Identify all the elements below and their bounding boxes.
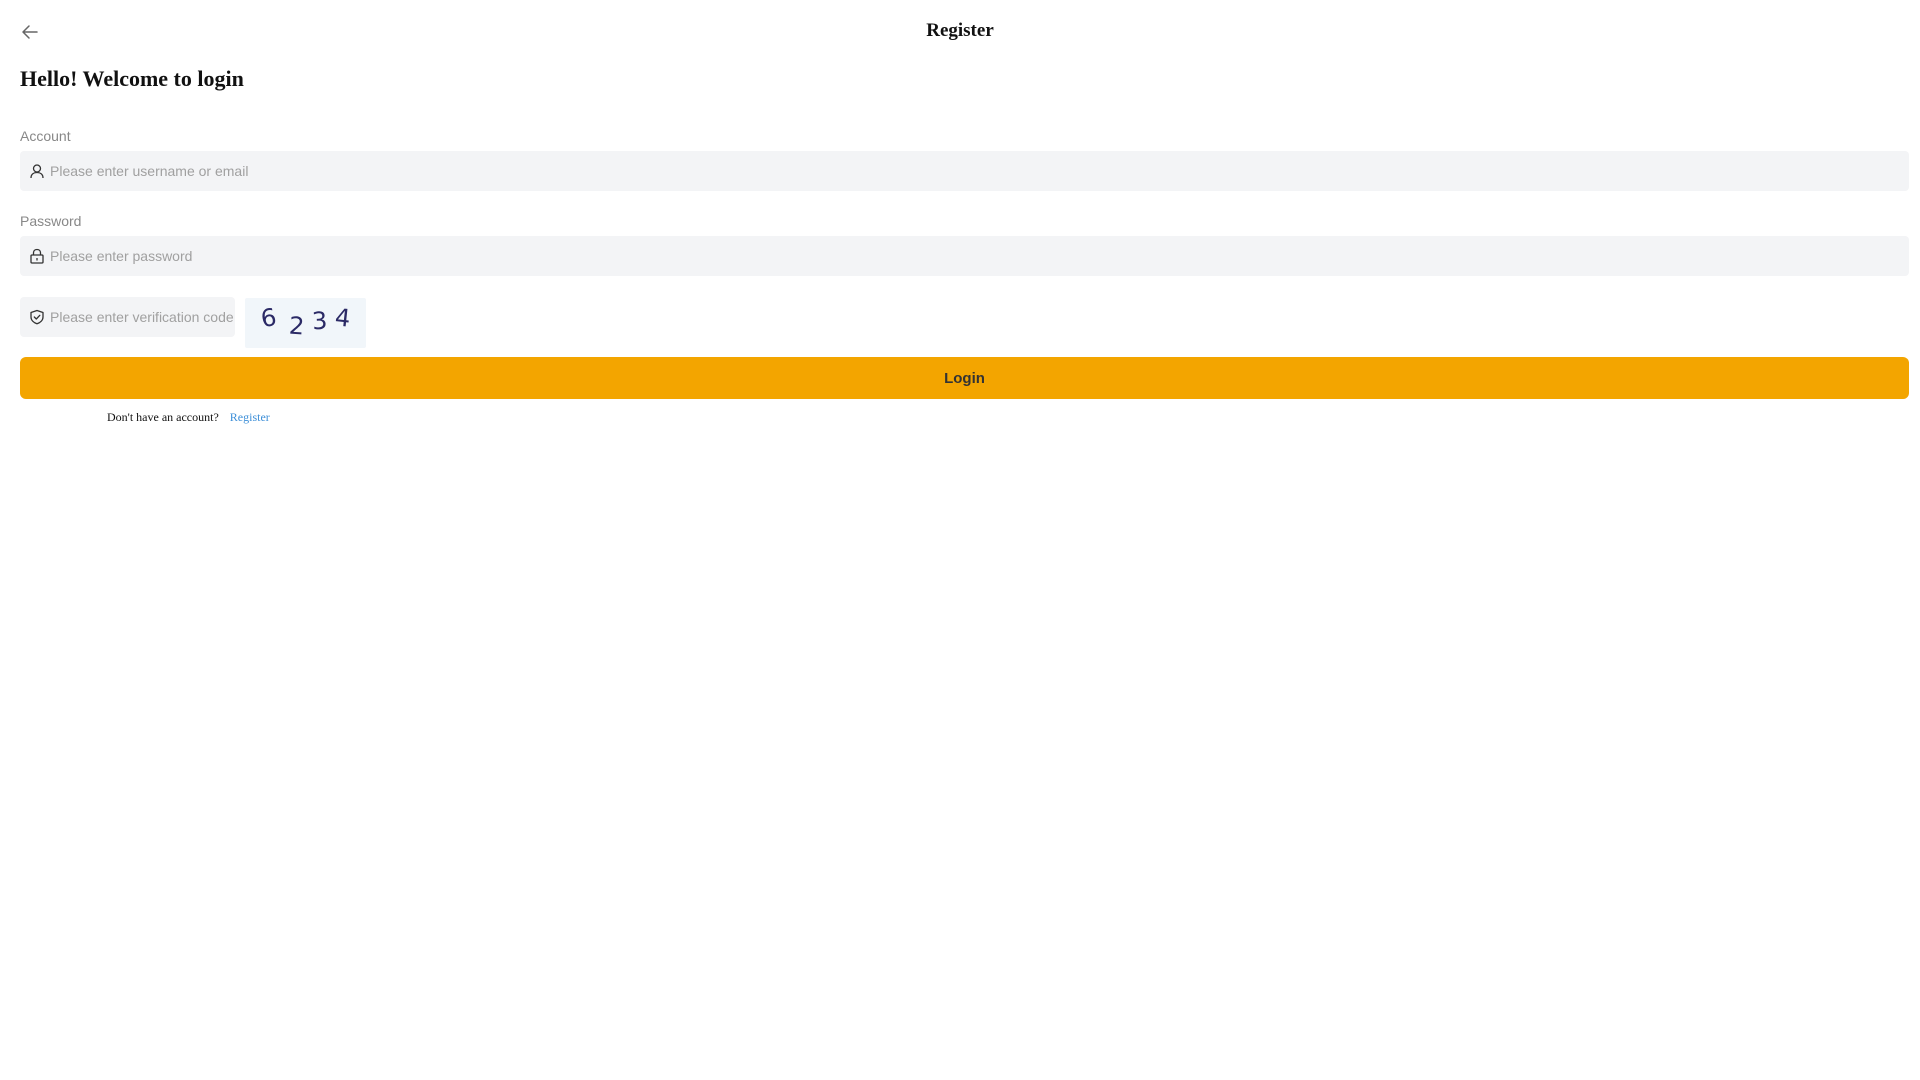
register-prompt: Don't have an account? Register [107,410,270,425]
welcome-heading: Hello! Welcome to login [20,66,244,91]
user-icon [28,162,46,180]
shield-check-icon [28,308,46,326]
top-bar: Register [0,0,1920,64]
account-field[interactable] [20,151,1909,191]
captcha-image[interactable]: 6 2 3 4 [245,298,366,348]
register-link[interactable]: Register [230,410,270,424]
account-label: Account [20,128,71,144]
account-input[interactable] [50,151,1909,191]
login-button[interactable]: Login [20,357,1909,399]
page-title: Register [926,20,994,41]
password-label: Password [20,213,82,229]
register-prompt-text: Don't have an account? [107,410,219,424]
captcha-char: 6 [258,302,279,334]
lock-icon [28,247,46,265]
captcha-char: 3 [311,306,329,336]
verification-input[interactable] [50,297,235,337]
captcha-char: 4 [333,303,352,333]
password-field[interactable] [20,236,1909,276]
password-input[interactable] [50,236,1909,276]
verification-field[interactable] [20,297,235,337]
captcha-char: 2 [288,311,306,341]
